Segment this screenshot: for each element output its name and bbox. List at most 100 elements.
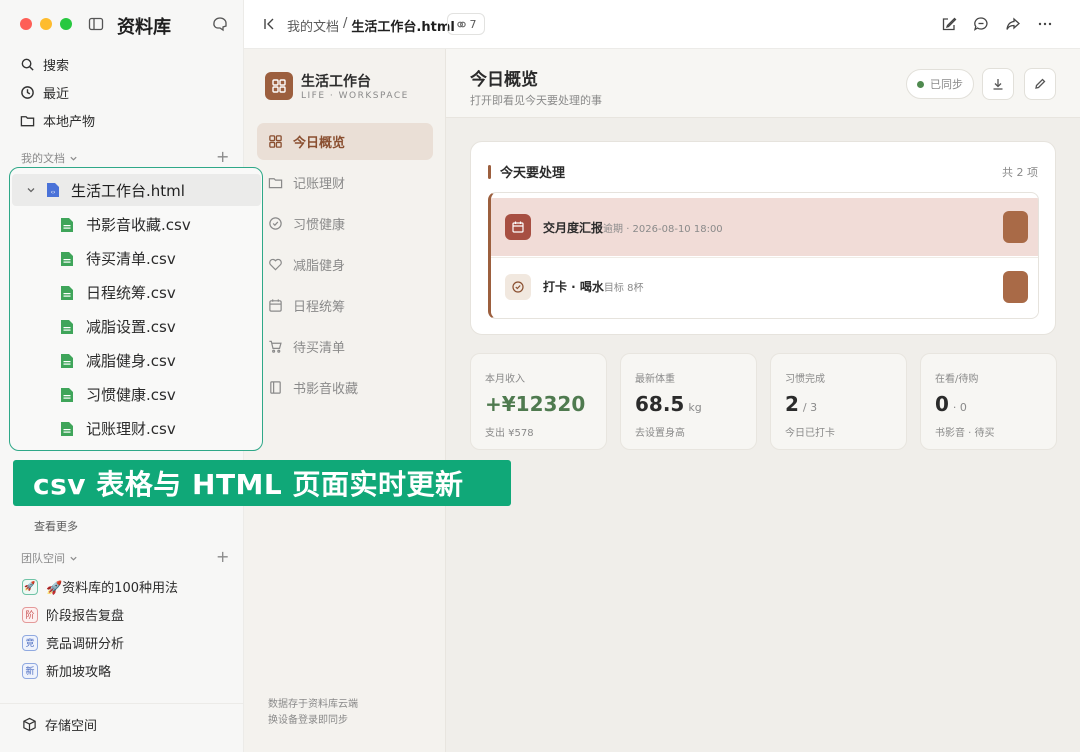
stat-card-weight[interactable]: 最新体重 68.5 kg 去设置身高 — [620, 353, 757, 450]
cart-icon — [269, 340, 282, 353]
ws-nav-label: 记账理财 — [293, 177, 346, 192]
comment-icon[interactable] — [973, 16, 989, 32]
tree-root-label: 生活工作台.html — [71, 181, 185, 200]
stat-label: 本月收入 — [485, 374, 525, 385]
more-icon[interactable] — [1037, 16, 1053, 32]
folder-icon — [20, 116, 35, 127]
tree-item-csv[interactable]: 书影音收藏.csv — [60, 214, 191, 235]
calendar-icon — [505, 214, 531, 240]
tree-item-csv[interactable]: 减脂设置.csv — [60, 316, 176, 337]
tree-item-label: 日程统筹.csv — [86, 284, 176, 302]
ws-nav-media[interactable]: 书影音收藏 — [257, 369, 433, 406]
sidebar-toggle-icon[interactable] — [88, 16, 104, 32]
breadcrumb-parent[interactable]: 我的文档 — [287, 16, 339, 35]
team-item-usages[interactable]: 🚀 🚀资料库的100种用法 — [22, 577, 178, 596]
csv-file-icon — [61, 353, 73, 368]
csv-file-icon — [61, 421, 73, 436]
stat-card-income[interactable]: 本月收入 +¥12320 支出 ¥578 — [470, 353, 607, 450]
close-window-button[interactable] — [20, 18, 32, 30]
team-item-competitor[interactable]: 竞 竞品调研分析 — [22, 633, 124, 652]
tree-item-csv[interactable]: 减脂健身.csv — [60, 350, 176, 371]
task-action-button[interactable] — [1003, 270, 1028, 303]
ws-nav-today[interactable]: 今日概览 — [257, 123, 433, 160]
team-space-header[interactable]: 团队空间 — [21, 550, 78, 566]
search-icon — [21, 58, 34, 71]
todo-card-title: 今天要处理 — [488, 162, 565, 181]
download-button[interactable] — [982, 68, 1014, 100]
clock-icon — [21, 86, 34, 99]
ws-nav-label: 书影音收藏 — [293, 382, 359, 397]
tree-item-csv[interactable]: 待买清单.csv — [60, 248, 176, 269]
sync-status-label: 已同步 — [930, 78, 963, 91]
my-docs-label: 我的文档 — [21, 152, 65, 165]
ws-nav-schedule[interactable]: 日程统筹 — [257, 287, 433, 324]
see-more-link[interactable]: 查看更多 — [34, 518, 78, 534]
workspace-subtitle: LIFE · WORKSPACE — [301, 91, 409, 101]
tree-item-label: 减脂健身.csv — [86, 352, 176, 370]
storage-label: 存储空间 — [45, 719, 98, 734]
edit-icon[interactable] — [941, 16, 957, 32]
stat-label: 在看/待购 — [935, 374, 979, 385]
team-item-report[interactable]: 阶 阶段报告复盘 — [22, 605, 124, 624]
ws-nav-habits[interactable]: 习惯健康 — [257, 205, 433, 242]
tree-item-csv[interactable]: 习惯健康.csv — [60, 384, 176, 405]
workspace-sidebar: 生活工作台 LIFE · WORKSPACE 今日概览 记账理财 习惯健康 减脂… — [244, 49, 446, 752]
file-tree: ‹› 生活工作台.html 书影音收藏.csv 待买清单.csv 日程统筹.cs… — [9, 167, 263, 451]
stat-number: 2 — [785, 392, 799, 416]
folder-icon — [268, 178, 283, 189]
csv-file-icon — [61, 319, 73, 334]
stat-card-media[interactable]: 在看/待购 0 · 0 书影音 · 待买 — [920, 353, 1057, 450]
ws-nav-label: 今日概览 — [293, 136, 346, 151]
svg-text:‹›: ‹› — [51, 189, 56, 196]
minimize-window-button[interactable] — [40, 18, 52, 30]
grid-icon — [269, 135, 282, 148]
team-item-label: 竞品调研分析 — [46, 637, 125, 652]
stat-unit: / 3 — [802, 401, 818, 414]
tree-item-label: 书影音收藏.csv — [86, 216, 191, 234]
nav-search[interactable]: 搜索 — [20, 55, 69, 74]
tree-root-html-file[interactable]: ‹› 生活工作台.html — [12, 174, 261, 206]
nav-recent[interactable]: 最近 — [20, 83, 69, 102]
team-item-singapore[interactable]: 新 新加坡攻略 — [22, 661, 111, 680]
collapse-sidebar-icon[interactable] — [262, 16, 278, 32]
maximize-window-button[interactable] — [60, 18, 72, 30]
add-team-doc-button[interactable]: + — [216, 549, 229, 565]
csv-file-icon — [61, 217, 73, 232]
task-item-overdue[interactable]: 交月度汇报 逾期 · 2026-08-10 18:00 — [491, 198, 1038, 256]
stat-number: +¥12320 — [485, 392, 586, 416]
chevron-down-icon — [70, 556, 77, 561]
stat-unit: · 0 — [952, 401, 967, 414]
csv-file-icon — [61, 387, 73, 402]
stat-note: 书影音 · 待买 — [935, 428, 995, 439]
linked-count-badge[interactable]: 7 — [447, 13, 485, 35]
storage-button[interactable]: 存储空间 — [22, 715, 97, 734]
ws-nav-finance[interactable]: 记账理财 — [257, 164, 433, 201]
task-list: 交月度汇报 逾期 · 2026-08-10 18:00 打卡 · 喝水 目标 8… — [488, 192, 1039, 319]
workspace-name: 生活工作台 — [301, 74, 371, 90]
stat-value: 2/ 3 — [785, 392, 817, 416]
csv-file-icon — [61, 285, 73, 300]
team-item-label: 阶段报告复盘 — [46, 609, 125, 624]
tree-item-csv[interactable]: 日程统筹.csv — [60, 282, 176, 303]
doc-badge-icon: 竞 — [22, 634, 38, 651]
breadcrumb: 我的文档 / 生活工作台.html — [287, 16, 455, 35]
cube-icon — [23, 717, 36, 732]
notification-icon[interactable] — [211, 16, 229, 34]
add-doc-button[interactable]: + — [216, 149, 229, 165]
task-item[interactable]: 打卡 · 喝水 目标 8杯 — [491, 257, 1038, 315]
my-docs-header[interactable]: 我的文档 — [21, 150, 78, 166]
share-icon[interactable] — [1005, 16, 1021, 32]
page-title: 今日概览 — [470, 70, 538, 90]
stat-label: 最新体重 — [635, 374, 675, 385]
stat-card-habits[interactable]: 习惯完成 2/ 3 今日已打卡 — [770, 353, 907, 450]
ws-nav-fitness[interactable]: 减脂健身 — [257, 246, 433, 283]
task-action-button[interactable] — [1003, 211, 1028, 243]
stat-value: 68.5 kg — [635, 392, 702, 416]
team-item-label: 新加坡攻略 — [46, 665, 112, 680]
chevron-down-icon[interactable] — [26, 185, 36, 195]
ws-nav-shopping[interactable]: 待买清单 — [257, 328, 433, 365]
edit-page-button[interactable] — [1024, 68, 1056, 100]
ws-nav-label: 待买清单 — [293, 341, 346, 356]
nav-local-output[interactable]: 本地产物 — [20, 111, 95, 130]
tree-item-csv[interactable]: 记账理财.csv — [60, 418, 176, 439]
